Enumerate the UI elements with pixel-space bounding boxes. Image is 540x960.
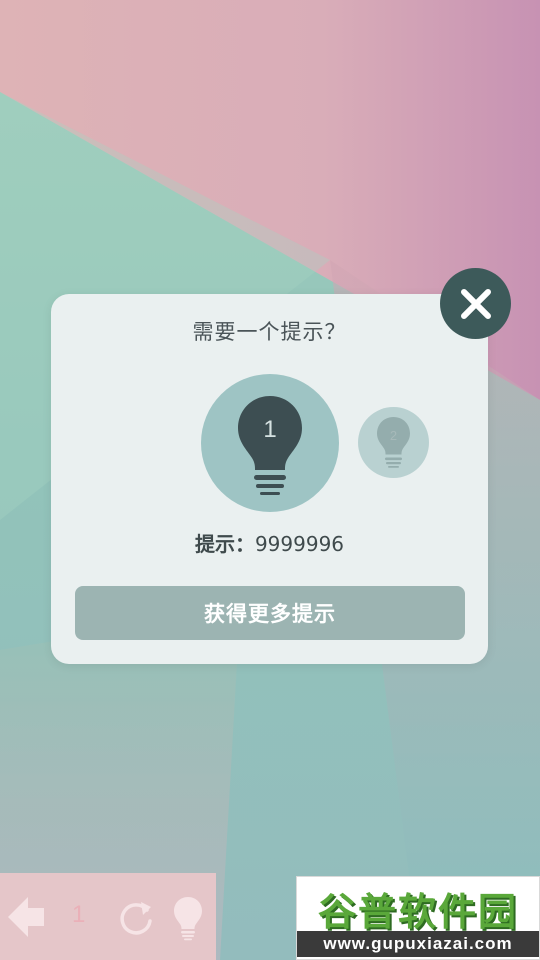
close-button[interactable] [440,268,511,339]
bottom-toolbar: 1 [0,873,216,960]
watermark-title: 谷普软件园 [317,890,518,934]
hint-slot-2[interactable]: 2 [358,407,429,478]
watermark: 谷普软件园 www.gupuxiazai.com [296,876,540,960]
arrow-left-icon [8,897,44,937]
back-button[interactable] [8,895,46,939]
hint-count-value: 9999996 [254,532,345,556]
restart-icon [120,902,152,935]
hint-number-2: 2 [389,428,398,443]
hint-dialog: 需要一个提示？ 1 2 提示：9999996 获得更多提示 [51,294,488,664]
lightbulb-icon [174,897,202,941]
restart-button[interactable] [117,899,155,937]
level-number: 1 [72,901,86,928]
watermark-url: www.gupuxiazai.com [297,931,539,957]
hint-slot-1[interactable]: 1 [201,374,339,512]
hint-button[interactable] [172,895,204,941]
dialog-title: 需要一个提示？ [192,320,347,344]
hint-number-1: 1 [263,416,277,443]
hint-count-label: 提示： [194,532,255,556]
hint-count: 提示：9999996 [51,528,488,557]
close-icon [460,288,491,319]
get-more-hints-button[interactable]: 获得更多提示 [75,586,465,640]
